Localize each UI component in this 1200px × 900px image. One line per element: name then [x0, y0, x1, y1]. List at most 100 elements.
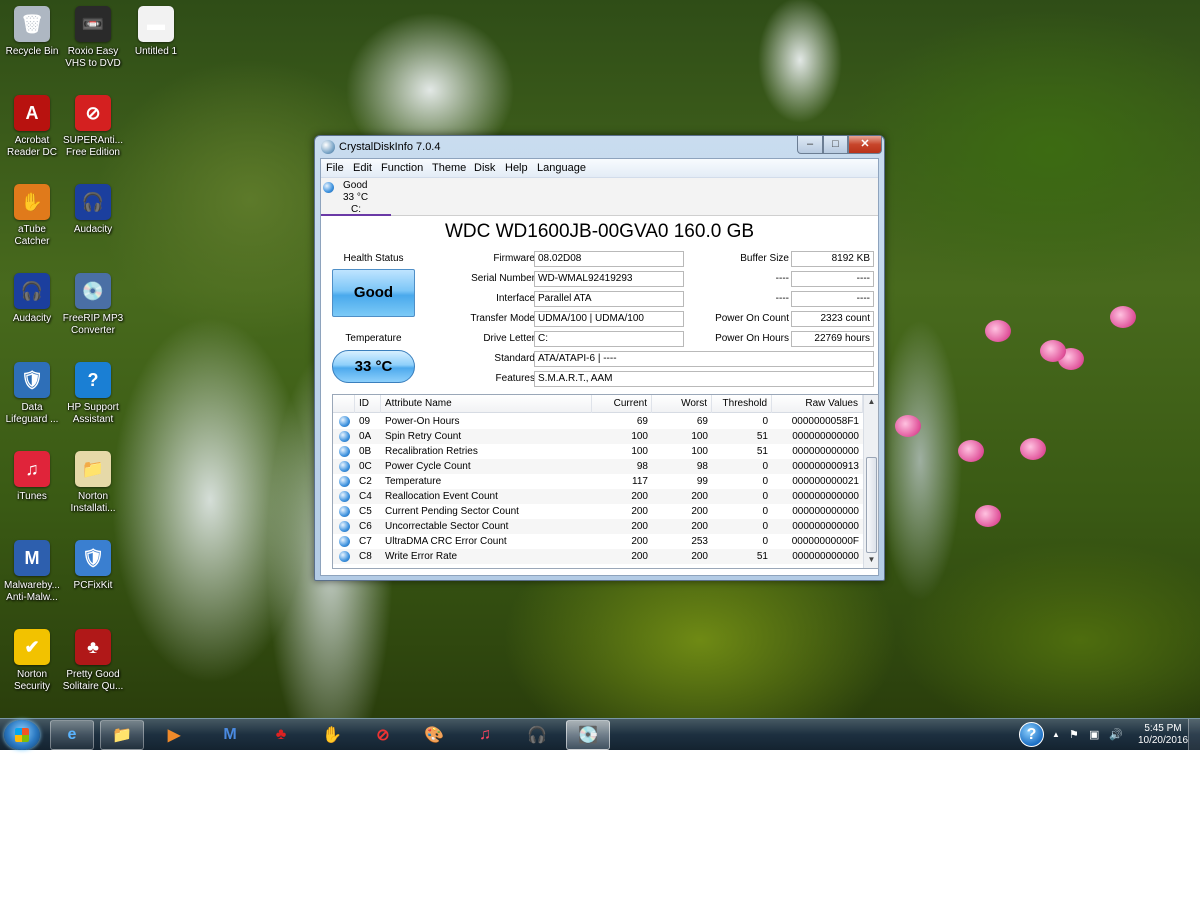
smart-attribute-table: ID Attribute Name Current Worst Threshol…	[332, 394, 879, 569]
disk-tab[interactable]: Good 33 °C C:	[321, 178, 878, 216]
desktop-icon-label: Roxio Easy VHS to DVD	[65, 46, 121, 69]
help-icon[interactable]: ?	[1019, 722, 1044, 747]
vertical-scrollbar[interactable]: ▲ ▼	[863, 395, 878, 568]
minimize-button[interactable]: –	[797, 136, 823, 154]
volume-icon[interactable]: 🔊	[1109, 728, 1123, 741]
attribute-worst: 253	[691, 536, 708, 547]
attribute-id: C4	[359, 491, 372, 502]
empty-field: ----	[791, 291, 874, 307]
desktop-icon[interactable]: 📼 Roxio Easy VHS to DVD	[61, 6, 125, 70]
column-header-worst[interactable]: Worst	[652, 395, 712, 413]
taskbar-button[interactable]: ▶	[152, 720, 196, 750]
taskbar-button[interactable]: ⊘	[361, 720, 405, 750]
attribute-id: 0A	[359, 431, 372, 442]
info-label: Transfer Mode	[470, 313, 535, 324]
maximize-button[interactable]: □	[823, 136, 848, 154]
column-header-threshold[interactable]: Threshold	[712, 395, 772, 413]
desktop-icon[interactable]: ♣ Pretty Good Solitaire Qu...	[61, 629, 125, 693]
taskbar-button[interactable]: e	[50, 720, 94, 750]
desktop-icon[interactable]: ? HP Support Assistant	[61, 362, 125, 426]
wallpaper-flower	[1020, 438, 1046, 460]
start-button[interactable]	[4, 720, 40, 750]
attribute-name: Temperature	[385, 476, 442, 487]
attribute-worst: 69	[696, 416, 708, 427]
attribute-current: 200	[631, 506, 648, 517]
scroll-down-icon[interactable]: ▼	[864, 553, 878, 567]
show-desktop-button[interactable]	[1188, 719, 1200, 751]
status-good-icon	[339, 431, 350, 442]
column-header-id[interactable]: ID	[355, 395, 381, 413]
action-center-flag-icon[interactable]: ⚑	[1069, 728, 1079, 741]
taskbar-button[interactable]: ♣	[259, 720, 303, 750]
attribute-raw-value: 000000000000	[792, 446, 859, 457]
menu-language[interactable]: Language	[537, 162, 586, 174]
menu-file[interactable]: File	[326, 162, 344, 174]
column-header-attribute-name[interactable]: Attribute Name	[381, 395, 592, 413]
table-row[interactable]: C2 Temperature 117 99 0 000000000021	[333, 474, 863, 489]
column-header-current[interactable]: Current	[592, 395, 652, 413]
taskbar-button[interactable]: ✋	[310, 720, 354, 750]
table-row[interactable]: 09 Power-On Hours 69 69 0 0000000058F1	[333, 414, 863, 429]
taskbar-button[interactable]: M	[208, 720, 252, 750]
desktop-icon[interactable]: 🎧 Audacity	[61, 184, 125, 236]
column-header-status[interactable]	[333, 395, 355, 413]
column-header-raw-values[interactable]: Raw Values	[772, 395, 863, 413]
desktop-icon[interactable]: M Malwareby... Anti-Malw...	[0, 540, 64, 604]
menu-theme[interactable]: Theme	[432, 162, 466, 174]
desktop-icon[interactable]: ⊘ SUPERAnti... Free Edition	[61, 95, 125, 159]
wallpaper-flower	[1040, 340, 1066, 362]
desktop-icon[interactable]: ✋ aTube Catcher	[0, 184, 64, 248]
network-icon[interactable]: ▣	[1089, 728, 1099, 741]
scrollbar-thumb[interactable]	[866, 457, 877, 553]
table-row[interactable]: C8 Write Error Rate 200 200 51 000000000000	[333, 549, 863, 564]
desktop-icon[interactable]: ✔ Norton Security	[0, 629, 64, 693]
desktop-icon[interactable]: 🛡 PCFixKit	[61, 540, 125, 592]
table-row[interactable]: C4 Reallocation Event Count 200 200 0 0000000…	[333, 489, 863, 504]
taskbar-button[interactable]: ♫	[463, 720, 507, 750]
show-hidden-icons-icon[interactable]: ▲	[1052, 730, 1060, 739]
table-row[interactable]: 0A Spin Retry Count 100 100 51 000000000000	[333, 429, 863, 444]
desktop-icon-label: Malwareby... Anti-Malw...	[4, 580, 60, 603]
scroll-up-icon[interactable]: ▲	[864, 395, 878, 409]
table-row[interactable]: 0B Recalibration Retries 100 100 51 000000000…	[333, 444, 863, 459]
menu-help[interactable]: Help	[505, 162, 528, 174]
table-row[interactable]: C7 UltraDMA CRC Error Count 200 253 0 0000000…	[333, 534, 863, 549]
document-icon: ▬	[138, 6, 174, 42]
desktop-icon[interactable]: 🛡 Data Lifeguard ...	[0, 362, 64, 426]
table-row[interactable]: 0C Power Cycle Count 98 98 0 000000000913	[333, 459, 863, 474]
attribute-name: Current Pending Sector Count	[385, 506, 519, 517]
taskbar-button[interactable]: 📁	[100, 720, 144, 750]
table-row[interactable]: C5 Current Pending Sector Count 200 200 0 000…	[333, 504, 863, 519]
desktop-icon-label: SUPERAnti... Free Edition	[62, 135, 124, 158]
status-good-icon	[339, 506, 350, 517]
attribute-threshold: 0	[762, 416, 768, 427]
norton-installation-icon: 📁	[75, 451, 111, 487]
desktop-icon[interactable]: 💿 FreeRIP MP3 Converter	[61, 273, 125, 337]
temperature-button[interactable]: 33 °C	[332, 350, 415, 383]
menu-bar: File Edit Function Theme Disk Help Langu…	[321, 159, 878, 178]
desktop-icon[interactable]: 🗑 Recycle Bin	[0, 6, 64, 58]
clock[interactable]: 5:45 PM 10/20/2016	[1133, 723, 1193, 747]
desktop-icon-label: iTunes	[17, 491, 47, 502]
taskbar-button[interactable]: 💽	[566, 720, 610, 750]
desktop-icon[interactable]: ♫ iTunes	[0, 451, 64, 503]
desktop-icon[interactable]: 🎧 Audacity	[0, 273, 64, 325]
menu-edit[interactable]: Edit	[353, 162, 372, 174]
health-status-label: Health Status	[343, 253, 404, 264]
menu-function[interactable]: Function	[381, 162, 423, 174]
title-bar[interactable]: CrystalDiskInfo 7.0.4 – □ ✕	[315, 136, 884, 158]
attribute-name: Power Cycle Count	[385, 461, 471, 472]
attribute-threshold: 51	[756, 446, 768, 457]
attribute-current: 200	[631, 521, 648, 532]
desktop-icon[interactable]: ▬ Untitled 1	[124, 6, 188, 58]
attribute-worst: 100	[691, 431, 708, 442]
taskbar-button[interactable]: 🎨	[412, 720, 456, 750]
attribute-raw-value: 000000000000	[792, 521, 859, 532]
menu-disk[interactable]: Disk	[474, 162, 495, 174]
table-row[interactable]: C6 Uncorrectable Sector Count 200 200 0 00000…	[333, 519, 863, 534]
desktop-icon[interactable]: A Acrobat Reader DC	[0, 95, 64, 159]
close-button[interactable]: ✕	[848, 136, 882, 154]
taskbar-button[interactable]: 🎧	[515, 720, 559, 750]
desktop-icon[interactable]: 📁 Norton Installati...	[61, 451, 125, 515]
health-status-button[interactable]: Good	[332, 269, 415, 317]
